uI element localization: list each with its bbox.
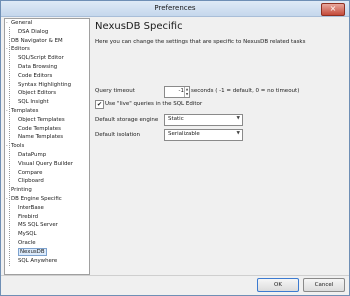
tree-item-label: Code Templates xyxy=(18,125,61,132)
preferences-window: Preferences × - General DSA Dialog DB Navig… xyxy=(0,0,350,296)
tree-item-label: MySQL xyxy=(18,231,37,238)
tree-item[interactable]: SQL Insight xyxy=(18,99,49,106)
tree-item[interactable]: SQL Anywhere xyxy=(18,258,57,265)
tree-item[interactable]: - General xyxy=(6,20,32,27)
isolation-value: Serializable xyxy=(168,131,200,137)
chevron-down-icon: ▼ xyxy=(236,116,240,121)
tree-item-label: DB Engine Specific xyxy=(11,196,62,202)
tree-item-label: NexusDB xyxy=(18,247,47,256)
tree-item-label: DataPump xyxy=(18,152,47,158)
tree-item-label: Name Templates xyxy=(18,134,64,141)
cancel-button[interactable]: Cancel xyxy=(303,278,345,292)
tree-item[interactable]: Compare xyxy=(18,170,42,177)
tree-item[interactable]: Object Editors xyxy=(18,90,56,97)
storage-engine-select[interactable]: Static ▼ xyxy=(164,114,243,126)
tree-item[interactable]: Visual Query Builder xyxy=(18,161,73,168)
preferences-tree[interactable]: - General DSA Dialog DB Navigator & EM - Edit… xyxy=(4,18,90,275)
tree-item[interactable]: - Tools xyxy=(6,143,24,150)
query-timeout-label: Query timeout xyxy=(95,88,135,94)
footer-divider xyxy=(1,275,349,276)
tree-item[interactable]: DataPump xyxy=(18,152,46,159)
tree-item[interactable]: InterBase xyxy=(18,205,44,212)
tree-item[interactable]: DSA Dialog xyxy=(18,29,48,36)
tree-item[interactable]: Code Editors xyxy=(18,73,52,80)
tree-item[interactable]: NexusDB xyxy=(18,247,47,256)
tree-item-label: Oracle xyxy=(18,240,36,246)
tree-item-label: DSA Dialog xyxy=(18,28,49,35)
tree-item-label: SQL/Script Editor xyxy=(18,55,64,62)
tree-item-label: SQL Anywhere xyxy=(18,257,58,264)
close-icon: × xyxy=(329,4,337,13)
tree-item-label: Object Templates xyxy=(18,116,65,123)
ok-button[interactable]: OK xyxy=(257,278,299,292)
tree-item[interactable]: Name Templates xyxy=(18,134,63,141)
query-timeout-hint: seconds ( -1 = default, 0 = no timeout) xyxy=(191,88,300,94)
tree-item-label: Compare xyxy=(18,169,43,176)
query-timeout-stepper[interactable]: -1 ▲ ▼ xyxy=(164,86,190,98)
chevron-down-icon: ▼ xyxy=(236,131,240,136)
storage-engine-value: Static xyxy=(168,116,184,122)
tree-item[interactable]: Syntax Highlighting xyxy=(18,82,71,89)
tree-item-label: Tools xyxy=(11,143,25,150)
checkmark-icon: ✔ xyxy=(96,101,103,108)
tree-item-label: Editors xyxy=(11,46,30,53)
tree-item[interactable]: - Templates xyxy=(6,108,38,115)
tree-item-label: Visual Query Builder xyxy=(18,160,73,167)
tree-item-label: Clipboard xyxy=(18,178,44,185)
tree-item-label: Printing xyxy=(11,187,32,194)
tree-item[interactable]: Oracle xyxy=(18,240,36,247)
tree-item[interactable]: Firebird xyxy=(18,214,38,221)
tree-item-label: Object Editors xyxy=(18,90,57,97)
close-button[interactable]: × xyxy=(321,3,345,16)
tree-item-label: Firebird xyxy=(18,213,39,220)
tree-item[interactable]: SQL/Script Editor xyxy=(18,55,64,62)
tree-item-label: Data Browsing xyxy=(18,64,58,70)
page-title: NexusDB Specific xyxy=(95,21,183,32)
tree-item[interactable]: Code Templates xyxy=(18,126,61,133)
settings-panel: NexusDB Specific Here you can change the… xyxy=(92,18,347,273)
title-bar: Preferences × xyxy=(1,1,349,17)
tree-item[interactable]: Clipboard xyxy=(18,178,44,185)
live-queries-checkbox[interactable]: ✔ xyxy=(95,100,104,109)
tree-item[interactable]: MySQL xyxy=(18,231,37,238)
tree-item-label: Syntax Highlighting xyxy=(18,81,72,88)
tree-item-label: General xyxy=(11,20,33,26)
tree-item[interactable]: DB Navigator & EM xyxy=(6,38,63,45)
tree-item-label: Code Editors xyxy=(18,72,53,79)
tree-item-label: DB Navigator & EM xyxy=(11,37,63,44)
stepper-arrows-icon[interactable]: ▲ ▼ xyxy=(184,87,189,97)
isolation-select[interactable]: Serializable ▼ xyxy=(164,129,243,141)
tree-item-label: Templates xyxy=(11,108,39,114)
tree-item-label: InterBase xyxy=(18,204,44,211)
storage-engine-label: Default storage engine xyxy=(95,117,159,123)
tree-item-label: MS SQL Server xyxy=(18,222,58,229)
tree-item[interactable]: - Editors xyxy=(6,46,30,53)
live-queries-label: Use "live" queries in the SQL Editor xyxy=(105,101,203,107)
tree-item[interactable]: Data Browsing xyxy=(18,64,57,71)
isolation-label: Default isolation xyxy=(95,132,141,138)
window-title: Preferences xyxy=(154,4,196,12)
tree-item[interactable]: - DB Engine Specific xyxy=(6,196,62,203)
tree-item[interactable]: Printing xyxy=(6,187,32,194)
tree-item[interactable]: MS SQL Server xyxy=(18,222,58,229)
tree-item[interactable]: Object Templates xyxy=(18,117,65,124)
tree-item-label: SQL Insight xyxy=(18,99,49,106)
page-description: Here you can change the settings that ar… xyxy=(95,39,306,45)
